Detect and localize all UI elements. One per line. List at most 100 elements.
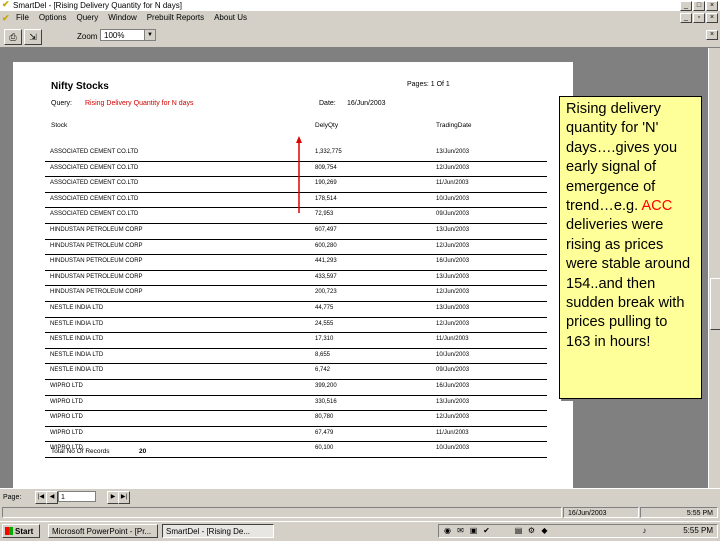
zoom-select[interactable]: 100% ▼ xyxy=(100,29,156,41)
cell-tradingdate: 12/Jun/2003 xyxy=(436,164,470,171)
system-tray: ◉ ✉ ▣ ✔ ▤ ⚙ ◆ ♪ 5:55 PM xyxy=(438,524,718,538)
smartdel-app-icon: ✔ xyxy=(2,0,10,9)
cell-delyqty: 178,514 xyxy=(315,195,337,202)
page-number-input[interactable]: 1 xyxy=(58,491,96,502)
cell-stock: WIPRO LTD xyxy=(50,429,83,436)
window-controls: _ □ × xyxy=(680,1,718,11)
start-button[interactable]: Start xyxy=(2,524,40,538)
cell-delyqty: 190,269 xyxy=(315,180,337,187)
cell-stock: NESTLE INDIA LTD xyxy=(50,336,104,343)
cell-stock: ASSOCIATED CEMENT CO.LTD xyxy=(50,211,139,218)
cell-tradingdate: 12/Jun/2003 xyxy=(436,242,470,249)
tray-app-icon-2[interactable]: ✉ xyxy=(455,526,466,536)
cell-delyqty: 8,655 xyxy=(315,351,331,358)
cell-stock: HINDUSTAN PETROLEUM CORP xyxy=(50,226,143,233)
table-row: NESTLE INDIA LTD 6,742 09/Jun/2003 xyxy=(45,364,547,380)
prev-page-button[interactable]: ◀ xyxy=(46,491,58,504)
menu-window[interactable]: Window xyxy=(108,12,136,24)
table-row: WIPRO LTD 330,516 13/Jun/2003 xyxy=(45,396,547,412)
taskbar-clock: 5:55 PM xyxy=(683,526,713,535)
cell-delyqty: 399,200 xyxy=(315,382,337,389)
menu-prebuilt-reports[interactable]: Prebuilt Reports xyxy=(147,12,204,24)
doc-restore-button[interactable]: ▫ xyxy=(693,13,705,23)
red-arrow-annotation xyxy=(296,136,302,213)
menu-file[interactable]: File xyxy=(16,12,29,24)
cell-stock: NESTLE INDIA LTD xyxy=(50,351,104,358)
cell-delyqty: 330,516 xyxy=(315,398,337,405)
document-window-controls: _ ▫ × xyxy=(680,13,718,23)
total-records-value: 20 xyxy=(139,448,147,455)
toolbar-close-button[interactable]: × xyxy=(706,30,718,40)
task-smartdel-label: SmartDel - [Rising De... xyxy=(166,527,251,536)
cell-stock: WIPRO LTD xyxy=(50,382,83,389)
table-row: WIPRO LTD 399,200 16/Jun/2003 xyxy=(45,380,547,396)
report-page: Nifty Stocks Pages: 1 Of 1 Query: Rising… xyxy=(13,62,573,492)
cell-stock: HINDUSTAN PETROLEUM CORP xyxy=(50,258,143,265)
export-button[interactable]: ⇲ xyxy=(24,29,42,45)
task-powerpoint[interactable]: Microsoft PowerPoint - [Pr... xyxy=(48,524,158,538)
cell-tradingdate: 11/Jun/2003 xyxy=(436,429,469,436)
query-label: Query: xyxy=(51,100,73,107)
query-value: Rising Delivery Quantity for N days xyxy=(85,100,194,107)
status-time: 5:55 PM xyxy=(640,507,718,518)
cell-tradingdate: 09/Jun/2003 xyxy=(436,367,470,374)
minimize-button[interactable]: _ xyxy=(680,1,692,11)
menu-bar: ✔ File Options Query Window Prebuilt Rep… xyxy=(0,12,720,24)
cell-stock: ASSOCIATED CEMENT CO.LTD xyxy=(50,180,139,187)
title-bar: ✔ SmartDel - [Rising Delivery Quantity f… xyxy=(0,0,720,11)
tray-app-icon-5[interactable]: ▤ xyxy=(513,526,524,536)
task-smartdel[interactable]: SmartDel - [Rising De... xyxy=(162,524,274,538)
cell-delyqty: 200,723 xyxy=(315,289,337,296)
cell-tradingdate: 10/Jun/2003 xyxy=(436,445,470,452)
vertical-scrollbar[interactable] xyxy=(708,48,720,488)
start-label: Start xyxy=(15,527,34,536)
cell-tradingdate: 10/Jun/2003 xyxy=(436,351,470,358)
status-bar: 16/Jun/2003 5:55 PM xyxy=(0,506,720,520)
tray-app-icon-4[interactable]: ✔ xyxy=(481,526,492,536)
menu-query[interactable]: Query xyxy=(76,12,98,24)
date-value: 16/Jun/2003 xyxy=(347,100,386,107)
menu-about-us[interactable]: About Us xyxy=(214,12,247,24)
cell-stock: NESTLE INDIA LTD xyxy=(50,320,104,327)
table-row: HINDUSTAN PETROLEUM CORP 200,723 12/Jun/20… xyxy=(45,286,547,302)
doc-close-button[interactable]: × xyxy=(706,13,718,23)
close-button[interactable]: × xyxy=(706,1,718,11)
table-row: HINDUSTAN PETROLEUM CORP 433,597 13/Jun/20… xyxy=(45,271,547,287)
cell-stock: HINDUSTAN PETROLEUM CORP xyxy=(50,273,143,280)
windows-logo-icon xyxy=(5,527,13,535)
last-page-button[interactable]: ▶| xyxy=(118,491,130,504)
table-row: NESTLE INDIA LTD 17,310 11/Jun/2003 xyxy=(45,333,547,349)
volume-icon[interactable]: ♪ xyxy=(639,526,650,536)
doc-minimize-button[interactable]: _ xyxy=(680,13,692,23)
tray-app-icon-1[interactable]: ◉ xyxy=(442,526,453,536)
column-header-stock: Stock xyxy=(51,122,68,129)
chevron-down-icon[interactable]: ▼ xyxy=(144,30,155,40)
pages-indicator: Pages: 1 Of 1 xyxy=(407,81,450,88)
date-label: Date: xyxy=(319,100,336,107)
cell-tradingdate: 09/Jun/2003 xyxy=(436,211,470,218)
cell-tradingdate: 12/Jun/2003 xyxy=(436,320,470,327)
cell-delyqty: 441,293 xyxy=(315,258,337,265)
cell-delyqty: 60,100 xyxy=(315,445,334,452)
cell-tradingdate: 12/Jun/2003 xyxy=(436,414,470,421)
maximize-button[interactable]: □ xyxy=(693,1,705,11)
cell-stock: WIPRO LTD xyxy=(50,414,83,421)
page-label: Page: xyxy=(3,494,22,501)
scrollbar-thumb[interactable] xyxy=(710,278,720,330)
table-row: NESTLE INDIA LTD 44,775 13/Jun/2003 xyxy=(45,302,547,318)
cell-delyqty: 600,280 xyxy=(315,242,337,249)
menu-items: File Options Query Window Prebuilt Repor… xyxy=(16,12,247,24)
cell-delyqty: 809,754 xyxy=(315,164,337,171)
tray-app-icon-7[interactable]: ◆ xyxy=(539,526,550,536)
cell-stock: HINDUSTAN PETROLEUM CORP xyxy=(50,242,143,249)
cell-tradingdate: 11/Jun/2003 xyxy=(436,336,469,343)
cell-stock: ASSOCIATED CEMENT CO.LTD xyxy=(50,195,139,202)
print-button[interactable]: ⎙ xyxy=(4,29,22,45)
tray-app-icon-3[interactable]: ▣ xyxy=(468,526,479,536)
cell-stock: ASSOCIATED CEMENT CO.LTD xyxy=(50,164,139,171)
callout-text-after: deliveries were rising as prices were st… xyxy=(566,217,691,350)
menu-options[interactable]: Options xyxy=(39,12,67,24)
cell-delyqty: 17,310 xyxy=(315,336,334,343)
callout-note: Rising delivery quantity for 'N' days….g… xyxy=(559,96,702,399)
tray-app-icon-6[interactable]: ⚙ xyxy=(526,526,537,536)
